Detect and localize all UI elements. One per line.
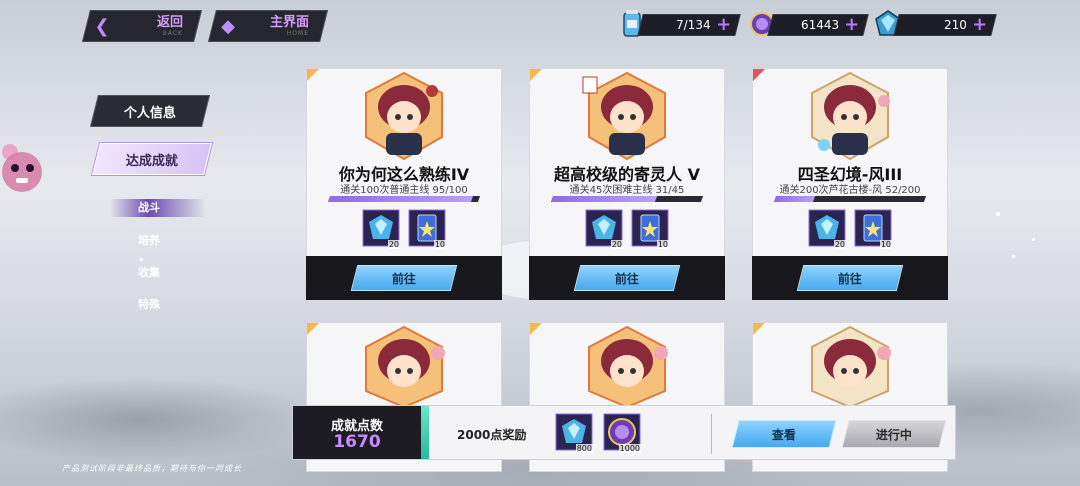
corner-marker — [307, 69, 319, 81]
home-sublabel: HOME — [286, 29, 309, 37]
subtab-special[interactable]: 特殊 — [138, 296, 160, 312]
go-button-label: 前往 — [614, 271, 639, 286]
reward-count: 800 — [575, 444, 593, 453]
progress-fill — [327, 196, 473, 202]
achievement-card: 四圣幻境-风III 通关200次芦花古楼-风 52/200 20 10 前往 — [752, 68, 948, 300]
go-button[interactable]: 前往 — [573, 265, 681, 291]
crystal-reward-icon[interactable]: 20 — [362, 209, 400, 249]
reward-count: 20 — [610, 240, 623, 249]
go-button[interactable]: 前往 — [350, 265, 458, 291]
add-coin-icon[interactable]: + — [844, 14, 859, 35]
card-footer: 前往 — [306, 256, 502, 300]
crystal-reward-icon[interactable]: 800 — [555, 413, 593, 453]
go-button-label: 前往 — [837, 271, 862, 286]
corner-marker — [307, 323, 319, 335]
energy-value: 7/134 — [676, 18, 711, 32]
card-footer: 前往 — [752, 256, 948, 300]
tab-achievements-label: 达成成就 — [125, 153, 178, 169]
in-progress-label: 进行中 — [875, 427, 912, 442]
sparkle — [1012, 255, 1015, 258]
achievement-card: 超高校级的寄灵人 V 通关45次困难主线 31/45 20 10 前往 — [529, 68, 725, 300]
reward-count: 10 — [656, 240, 669, 249]
go-button-label: 前往 — [391, 271, 416, 286]
tab-personal-info[interactable]: 个人信息 — [90, 95, 210, 127]
add-energy-icon[interactable]: + — [716, 14, 731, 35]
corner-marker — [753, 323, 765, 335]
tab-achievements[interactable]: 达成成就 — [92, 143, 212, 175]
corner-marker — [530, 323, 542, 335]
character-portrait — [356, 71, 452, 165]
subtab-special-label: 特殊 — [138, 298, 160, 311]
achievement-desc: 通关45次困难主线 31/45 — [569, 185, 685, 196]
card-footer: 前往 — [529, 256, 725, 300]
mascot-bear-icon — [0, 138, 44, 202]
view-button[interactable]: 查看 — [731, 420, 837, 448]
reward-count: 10 — [433, 240, 446, 249]
reward-count: 20 — [387, 240, 400, 249]
home-button[interactable]: ◆ 主界面 HOME — [208, 10, 328, 42]
points-value: 1670 — [333, 432, 381, 452]
character-portrait — [356, 325, 452, 411]
subtab-training-label: 培养 — [138, 234, 160, 247]
sparkle — [1032, 238, 1035, 241]
card-reward-icon[interactable]: 10 — [631, 209, 669, 249]
card-reward-icon[interactable]: 10 — [408, 209, 446, 249]
achievement-points-bar: 成就点数 1670 2000点奖励 800 1000 查看 进行中 — [292, 405, 956, 460]
go-button[interactable]: 前往 — [796, 265, 904, 291]
crystal-counter: 210 + — [893, 14, 997, 36]
points-accent-stripe — [421, 406, 429, 459]
subtab-training[interactable]: 培养 — [138, 232, 160, 248]
subtab-battle[interactable]: 战斗 — [110, 199, 206, 217]
progress-bar — [327, 196, 481, 202]
points-box: 成就点数 1670 — [293, 406, 421, 459]
in-progress-button[interactable]: 进行中 — [841, 420, 947, 448]
progress-fill — [550, 196, 657, 202]
sparkle — [996, 212, 1000, 216]
subtab-collection-label: 收集 — [138, 266, 160, 279]
add-crystal-icon[interactable]: + — [972, 14, 987, 35]
character-portrait — [802, 325, 898, 411]
subtab-collection[interactable]: 收集 — [138, 264, 160, 280]
coin-value: 61443 — [800, 18, 839, 32]
chevron-left-icon: ❮ — [94, 15, 110, 37]
diamond-icon: ◆ — [221, 15, 235, 37]
back-sublabel: BACK — [162, 29, 183, 37]
purple-coin-icon[interactable]: 1000 — [603, 413, 641, 453]
subtab-battle-label: 战斗 — [138, 201, 160, 214]
divider — [711, 414, 712, 454]
character-portrait — [802, 71, 898, 165]
character-portrait — [579, 325, 675, 411]
corner-marker — [753, 69, 765, 81]
achievement-desc: 通关100次普通主线 95/100 — [340, 185, 468, 196]
coin-counter: 61443 + — [767, 14, 869, 36]
progress-fill — [773, 196, 816, 202]
sparkle — [140, 258, 143, 261]
achievement-desc: 通关200次芦花古楼-风 52/200 — [779, 185, 921, 196]
crystal-reward-icon[interactable]: 20 — [808, 209, 846, 249]
progress-bar — [550, 196, 704, 202]
footer-note: 产品测试阶段非最终品质，期待与你一同成长 — [62, 464, 242, 473]
view-button-label: 查看 — [771, 427, 796, 442]
energy-counter: 7/134 + — [637, 14, 741, 36]
crystal-value: 210 — [944, 18, 967, 32]
home-label: 主界面 — [269, 14, 309, 30]
card-reward-icon[interactable]: 10 — [854, 209, 892, 249]
progress-bar — [773, 196, 927, 202]
back-label: 返回 — [156, 14, 183, 30]
tab-personal-info-label: 个人信息 — [123, 105, 176, 121]
reward-count: 20 — [833, 240, 846, 249]
reward-count: 1000 — [618, 444, 641, 453]
corner-marker — [530, 69, 542, 81]
character-portrait — [579, 71, 675, 165]
back-button[interactable]: ❮ 返回 BACK — [82, 10, 202, 42]
bonus-label: 2000点奖励 — [457, 428, 527, 442]
achievement-card: 你为何这么熟练IV 通关100次普通主线 95/100 20 10 前往 — [306, 68, 502, 300]
reward-count: 10 — [879, 240, 892, 249]
crystal-reward-icon[interactable]: 20 — [585, 209, 623, 249]
